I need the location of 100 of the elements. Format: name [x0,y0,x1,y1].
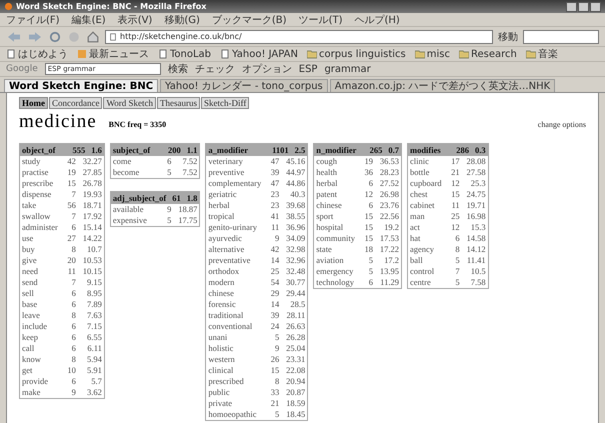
word-cell[interactable]: study [22,156,58,167]
word-cell[interactable]: cabinet [410,200,442,211]
word-cell[interactable]: chinese [316,200,355,211]
word-cell[interactable]: geriatric [208,189,262,200]
word-cell[interactable]: prescribe [22,178,58,189]
menu-item[interactable]: ツール(T) [298,13,342,26]
count-cell[interactable]: 6 [62,299,76,310]
word-cell[interactable]: take [22,200,58,211]
toolbar-button[interactable]: grammar [324,64,371,74]
count-cell[interactable]: 5 [446,277,460,288]
count-cell[interactable]: 42 [265,244,280,255]
relation-name[interactable]: a_modifier [208,144,266,156]
toolbar-button[interactable]: 検索 [168,62,188,76]
word-cell[interactable]: sell [22,288,58,299]
count-cell[interactable]: 19 [358,156,373,167]
word-cell[interactable]: community [316,233,355,244]
word-cell[interactable]: expensive [112,215,154,226]
count-cell[interactable]: 39 [265,167,280,178]
word-cell[interactable]: state [316,244,355,255]
count-cell[interactable]: 5 [358,255,373,266]
word-cell[interactable]: emergency [316,266,355,277]
count-cell[interactable]: 5 [157,215,172,226]
word-cell[interactable]: patent [316,189,355,200]
word-cell[interactable]: need [22,266,58,277]
count-cell[interactable]: 5 [265,409,280,420]
count-cell[interactable]: 11 [265,222,280,233]
word-cell[interactable]: preventative [208,255,262,266]
count-cell[interactable]: 6 [62,222,76,233]
browser-tab[interactable]: Yahoo! カレンダー - tono_corpus [160,79,328,92]
word-cell[interactable]: complementary [208,178,262,189]
nav-tab[interactable]: Sketch-Diff [201,97,250,109]
menu-item[interactable]: 編集(E) [72,13,106,26]
count-cell[interactable]: 39 [265,310,280,321]
nav-tab[interactable]: Word Sketch [103,97,156,109]
word-cell[interactable]: ayurvedic [208,233,262,244]
word-cell[interactable]: use [22,233,58,244]
nav-tab[interactable]: Home [19,97,48,109]
word-cell[interactable]: ball [410,255,442,266]
count-cell[interactable]: 54 [265,277,280,288]
count-cell[interactable]: 15 [446,189,460,200]
word-cell[interactable]: traditional [208,310,262,321]
count-cell[interactable]: 11 [446,200,460,211]
count-cell[interactable]: 19 [62,167,76,178]
count-cell[interactable]: 36 [358,167,373,178]
count-cell[interactable]: 15 [265,365,280,376]
count-cell[interactable]: 6 [358,178,373,189]
word-cell[interactable]: become [112,167,154,178]
count-cell[interactable]: 56 [62,200,76,211]
count-cell[interactable]: 6 [358,200,373,211]
count-cell[interactable]: 5 [265,332,280,343]
count-cell[interactable]: 15 [358,233,373,244]
count-cell[interactable]: 8 [446,244,460,255]
word-cell[interactable]: modern [208,277,262,288]
word-cell[interactable]: public [208,387,262,398]
count-cell[interactable]: 23 [265,200,280,211]
word-cell[interactable]: available [112,204,154,215]
menu-item[interactable]: ファイル(F) [6,13,60,26]
word-cell[interactable]: control [410,266,442,277]
word-cell[interactable]: keep [22,332,58,343]
relation-name[interactable]: n_modifier [316,144,364,156]
change-options-link[interactable]: change options [538,120,586,129]
word-cell[interactable]: orthodox [208,266,262,277]
word-cell[interactable]: clinical [208,365,262,376]
word-cell[interactable]: practise [22,167,58,178]
word-cell[interactable]: alternative [208,244,262,255]
count-cell[interactable]: 12 [358,189,373,200]
bookmark-item[interactable]: 音楽 [538,47,558,61]
relation-name[interactable]: adj_subject_of [112,192,166,204]
bookmark-item[interactable]: corpus linguistics [318,48,406,60]
count-cell[interactable]: 6 [62,321,76,332]
count-cell[interactable]: 25 [265,266,280,277]
count-cell[interactable]: 8 [62,354,76,365]
menu-item[interactable]: 移動(G) [164,13,200,26]
count-cell[interactable]: 8 [265,376,280,387]
count-cell[interactable]: 6 [62,343,76,354]
word-cell[interactable]: know [22,354,58,365]
count-cell[interactable]: 10 [62,365,76,376]
word-cell[interactable]: herbal [316,178,355,189]
toolbar-button[interactable]: オプション [242,62,292,76]
go-button[interactable]: 移動 [498,30,518,44]
count-cell[interactable]: 33 [265,387,280,398]
word-cell[interactable]: cough [316,156,355,167]
word-cell[interactable]: swallow [22,211,58,222]
menu-item[interactable]: 表示(V) [118,13,152,26]
count-cell[interactable]: 7 [62,277,76,288]
word-cell[interactable]: western [208,354,262,365]
count-cell[interactable]: 6 [446,233,460,244]
count-cell[interactable]: 21 [265,398,280,409]
toolbar-button[interactable]: チェック [194,62,235,76]
count-cell[interactable]: 6 [358,277,373,288]
count-cell[interactable]: 47 [265,156,280,167]
word-cell[interactable]: buy [22,244,58,255]
count-cell[interactable]: 5 [446,255,460,266]
relation-name[interactable]: modifies [410,144,450,156]
word-cell[interactable]: agency [410,244,442,255]
word-cell[interactable]: health [316,167,355,178]
count-cell[interactable]: 17 [446,156,460,167]
word-cell[interactable]: conventional [208,321,262,332]
count-cell[interactable]: 8 [62,310,76,321]
count-cell[interactable]: 21 [446,167,460,178]
